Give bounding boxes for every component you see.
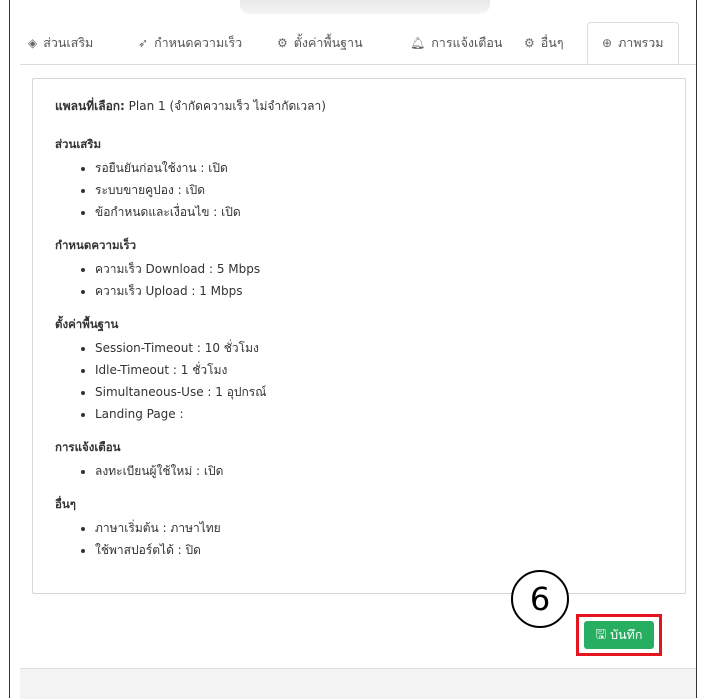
tab-label: ตั้งค่าพื้นฐาน [293, 34, 363, 50]
tab-notifications[interactable]: 🔔︎ การแจ้งเตือน [410, 22, 502, 63]
overview-content: แพลนที่เลือก: Plan 1 (จำกัดความเร็ว ไม่จ… [55, 97, 665, 575]
tab-label: กำหนดความเร็ว [154, 34, 243, 50]
tab-basic-settings[interactable]: ⚙ ตั้งค่าพื้นฐาน [277, 22, 363, 63]
list-item: รอยืนยันก่อนใช้งาน : เปิด [95, 157, 665, 179]
tab-label: การแจ้งเตือน [431, 34, 503, 50]
list-item: ระบบขายคูปอง : เปิด [95, 179, 665, 201]
tab-addons[interactable]: ◈ ส่วนเสริม [28, 22, 93, 63]
app-frame: ◈ ส่วนเสริม ➶ กำหนดความเร็ว ⚙ ตั้งค่าพื้… [9, 0, 697, 699]
section-others: อื่นๆ ภาษาเริ่มต้น : ภาษาไทย ใช้พาสปอร์ต… [55, 496, 665, 561]
list-item: ความเร็ว Download : 5 Mbps [95, 258, 665, 280]
tab-label: อื่นๆ [540, 34, 564, 50]
section-basic-settings: ตั้งค่าพื้นฐาน Session-Timeout : 10 ชั่ว… [55, 316, 665, 425]
save-button-label: บันทึก [610, 627, 643, 642]
globe-icon: ⊕ [602, 36, 613, 50]
section-notifications: การแจ้งเตือน ลงทะเบียนผู้ใช้ใหม่ : เปิด [55, 439, 665, 482]
list-item: ความเร็ว Upload : 1 Mbps [95, 280, 665, 302]
plan-label: แพลนที่เลือก: [55, 99, 125, 113]
highlight-box: 🖫 บันทึก [576, 614, 662, 656]
cogs-icon: ⚙ [524, 35, 535, 50]
section-title: ส่วนเสริม [55, 137, 102, 151]
section-title: กำหนดความเร็ว [55, 238, 137, 252]
top-shadow [240, 0, 490, 14]
plan-value: Plan 1 (จำกัดความเร็ว ไม่จำกัดเวลา) [128, 99, 326, 113]
gear-icon: ⚙ [277, 35, 288, 50]
section-title: ตั้งค่าพื้นฐาน [55, 317, 119, 331]
list-item: Session-Timeout : 10 ชั่วโมง [95, 337, 665, 359]
floppy-disk-icon: 🖫 [595, 625, 607, 641]
tab-label: ส่วนเสริม [43, 34, 94, 50]
tab-speed[interactable]: ➶ กำหนดความเร็ว [138, 22, 242, 63]
tab-bar: ◈ ส่วนเสริม ➶ กำหนดความเร็ว ⚙ ตั้งค่าพื้… [20, 22, 696, 65]
section-title: การแจ้งเตือน [55, 440, 121, 454]
rocket-icon: ➶ [138, 35, 149, 50]
list-item: ภาษาเริ่มต้น : ภาษาไทย [95, 517, 665, 539]
list-item: ข้อกำหนดและเงื่อนไข : เปิด [95, 201, 665, 223]
bell-icon: 🔔︎ [410, 35, 426, 50]
list-item: Landing Page : [95, 403, 665, 425]
section-title: อื่นๆ [55, 497, 76, 511]
list-item: Idle-Timeout : 1 ชั่วโมง [95, 359, 665, 381]
section-addons: ส่วนเสริม รอยืนยันก่อนใช้งาน : เปิด ระบบ… [55, 136, 665, 223]
tab-label: ภาพรวม [618, 35, 664, 50]
list-item: Simultaneous-Use : 1 อุปกรณ์ [95, 381, 665, 403]
layers-icon: ◈ [28, 35, 38, 50]
selected-plan: แพลนที่เลือก: Plan 1 (จำกัดความเร็ว ไม่จ… [55, 97, 665, 116]
overview-panel: แพลนที่เลือก: Plan 1 (จำกัดความเร็ว ไม่จ… [32, 78, 686, 594]
list-item: ใช้พาสปอร์ตได้ : ปิด [95, 539, 665, 561]
footer-area [20, 668, 696, 699]
section-speed: กำหนดความเร็ว ความเร็ว Download : 5 Mbps… [55, 237, 665, 302]
tab-overview[interactable]: ⊕ ภาพรวม [587, 22, 679, 64]
list-item: ลงทะเบียนผู้ใช้ใหม่ : เปิด [95, 460, 665, 482]
tab-others[interactable]: ⚙ อื่นๆ [524, 22, 564, 63]
save-button[interactable]: 🖫 บันทึก [584, 621, 654, 649]
step-number-annotation: 6 [511, 570, 569, 628]
